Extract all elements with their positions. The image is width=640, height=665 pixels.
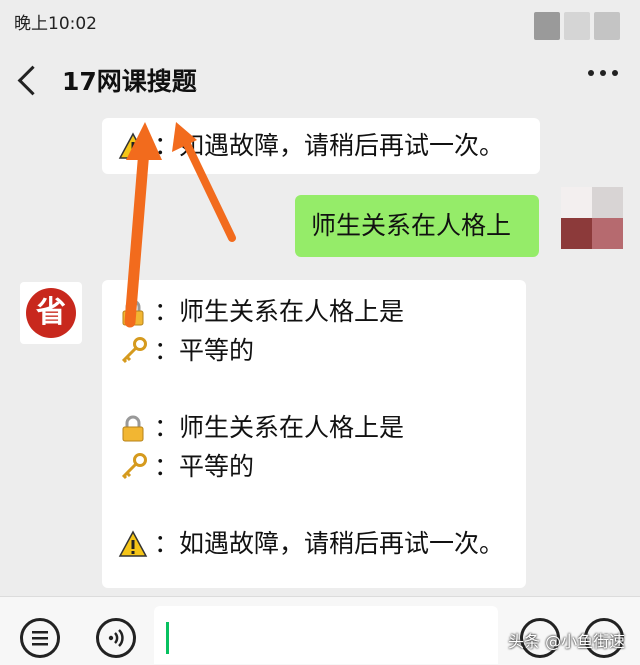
watermark: 头条 @小鱼街速 <box>508 632 626 651</box>
annotation-arrow-icon <box>124 144 150 328</box>
annotation-arrow-icon <box>181 136 236 242</box>
menu-list-icon[interactable] <box>20 618 60 658</box>
voice-input-icon[interactable] <box>96 618 136 658</box>
annotation-arrows <box>124 122 236 328</box>
arrow-head-icon <box>126 122 162 160</box>
message-input[interactable] <box>154 606 498 664</box>
text-caret <box>166 622 169 654</box>
